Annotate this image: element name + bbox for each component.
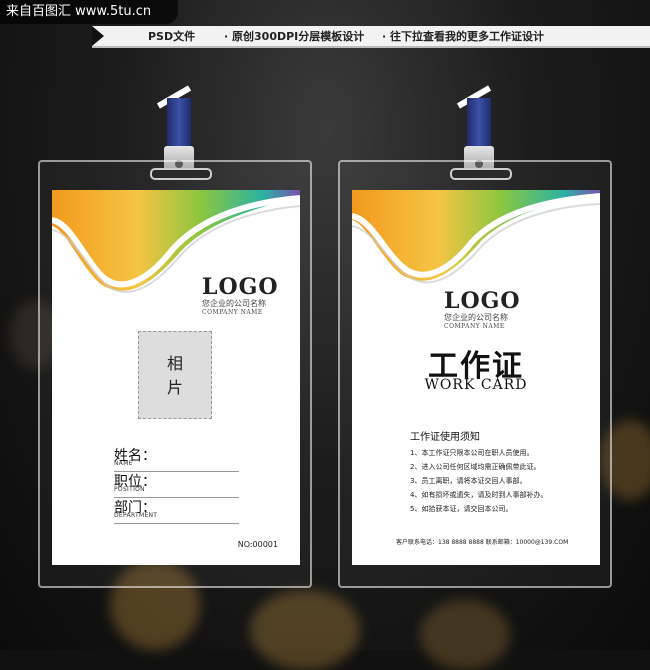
- rule-item: 4、如有损坏或遗失，请及时到人事部补办。: [410, 491, 548, 499]
- rules-list: 1、本工作证只限本公司在职人员使用。 2、进入公司任何区域均需正确佩带此证。 3…: [410, 446, 547, 516]
- card-number: NO:00001: [237, 540, 278, 549]
- company-name-en: COMPANY NAME: [202, 309, 263, 316]
- photo-placeholder: 相 片: [138, 331, 212, 419]
- field-position-sub: POSITION: [114, 486, 145, 493]
- bokeh-light: [250, 590, 360, 670]
- lanyard-strap: [167, 98, 191, 150]
- card-title-en: WORK CARD: [424, 377, 528, 393]
- rule-item: 5、如拾获本证，请交回本公司。: [410, 505, 513, 513]
- contact-info: 客户联系电话：138 8888 8888 联系邮箱：10000@139.COM: [396, 539, 569, 546]
- banner-item-more: · 往下拉查看我的更多工作证设计: [382, 30, 545, 43]
- lanyard-strap: [467, 98, 491, 150]
- company-name-en: COMPANY NAME: [444, 323, 505, 330]
- rule-item: 1、本工作证只限本公司在职人员使用。: [410, 449, 534, 457]
- field-department-sub: DEPARTMENT: [114, 512, 158, 519]
- logo-word: LOGO: [202, 274, 279, 300]
- id-card-front: LOGO 您企业的公司名称 COMPANY NAME 相 片 姓名： NAME …: [52, 190, 300, 565]
- banner-arrow-icon: [92, 26, 104, 46]
- banner-item-psd: PSD文件: [148, 30, 196, 43]
- id-card-back: LOGO 您企业的公司名称 COMPANY NAME 工作证 WORK CARD…: [352, 190, 600, 565]
- photo-label: 相 片: [166, 354, 183, 397]
- logo-word: LOGO: [444, 288, 521, 314]
- rule-item: 3、员工离职，请将本证交回人事部。: [410, 477, 527, 485]
- watermark: 来自百图汇 www.5tu.cn: [0, 0, 178, 24]
- field-name: 姓名： NAME: [114, 445, 239, 472]
- top-banner: PSD文件 · 原创300DPI分层模板设计 · 往下拉查看我的更多工作证设计: [92, 26, 650, 48]
- rainbow-wave-graphic: [352, 190, 600, 284]
- field-position: 职位： POSITION: [114, 471, 239, 498]
- company-logo: LOGO 您企业的公司名称 COMPANY NAME: [444, 288, 521, 330]
- notice-title: 工作证使用须知: [410, 432, 480, 443]
- field-name-sub: NAME: [114, 460, 133, 467]
- field-department: 部门： DEPARTMENT: [114, 497, 239, 524]
- rule-item: 2、进入公司任何区域均需正确佩带此证。: [410, 463, 541, 471]
- bokeh-light: [420, 600, 510, 670]
- banner-item-dpi: · 原创300DPI分层模板设计: [224, 30, 365, 43]
- company-logo: LOGO 您企业的公司名称 COMPANY NAME: [202, 274, 279, 316]
